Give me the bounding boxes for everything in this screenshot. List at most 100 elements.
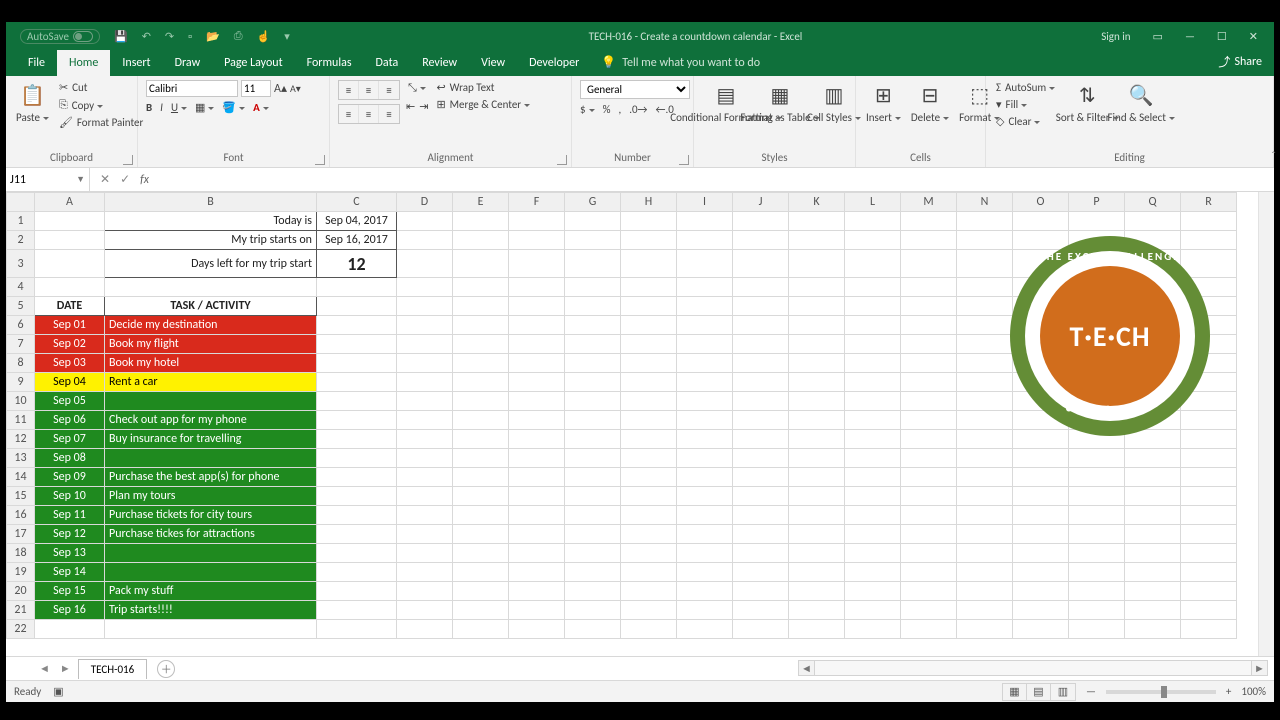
row-header-4[interactable]: 4 bbox=[7, 278, 35, 297]
cell-M8[interactable] bbox=[901, 354, 957, 373]
cell-J4[interactable] bbox=[733, 278, 789, 297]
col-header-D[interactable]: D bbox=[397, 193, 453, 212]
cell-J2[interactable] bbox=[733, 231, 789, 250]
cell-R21[interactable] bbox=[1181, 601, 1237, 620]
cell-H22[interactable] bbox=[621, 620, 677, 639]
cell-O15[interactable] bbox=[1013, 487, 1069, 506]
cell-Q1[interactable] bbox=[1125, 212, 1181, 231]
minimize-icon[interactable]: — bbox=[1185, 30, 1195, 43]
cell-F1[interactable] bbox=[509, 212, 565, 231]
tab-draw[interactable]: Draw bbox=[163, 50, 213, 76]
cell-Q17[interactable] bbox=[1125, 525, 1181, 544]
cell-J22[interactable] bbox=[733, 620, 789, 639]
maximize-icon[interactable]: ☐ bbox=[1217, 30, 1227, 43]
cell-Q14[interactable] bbox=[1125, 468, 1181, 487]
increase-indent-icon[interactable]: ⇥ bbox=[419, 100, 428, 113]
cell-C9[interactable] bbox=[317, 373, 397, 392]
cell-A22[interactable] bbox=[35, 620, 105, 639]
open-icon[interactable]: 📂 bbox=[206, 30, 220, 43]
cell-H2[interactable] bbox=[621, 231, 677, 250]
cell-E4[interactable] bbox=[453, 278, 509, 297]
fx-icon[interactable]: fx bbox=[140, 173, 149, 187]
zoom-level[interactable]: 100% bbox=[1241, 685, 1266, 698]
cell-M5[interactable] bbox=[901, 297, 957, 316]
cell-N3[interactable] bbox=[957, 250, 1013, 278]
cell-M10[interactable] bbox=[901, 392, 957, 411]
cell-P17[interactable] bbox=[1069, 525, 1125, 544]
cell-H13[interactable] bbox=[621, 449, 677, 468]
clear-button[interactable]: ◇Clear bbox=[994, 114, 1057, 129]
row-header-22[interactable]: 22 bbox=[7, 620, 35, 639]
scroll-left-icon[interactable]: ◄ bbox=[799, 661, 815, 675]
cell-E22[interactable] bbox=[453, 620, 509, 639]
row-header-8[interactable]: 8 bbox=[7, 354, 35, 373]
cell-C14[interactable] bbox=[317, 468, 397, 487]
row-header-13[interactable]: 13 bbox=[7, 449, 35, 468]
cell-N18[interactable] bbox=[957, 544, 1013, 563]
tab-formulas[interactable]: Formulas bbox=[295, 50, 364, 76]
col-header-N[interactable]: N bbox=[957, 193, 1013, 212]
macro-record-icon[interactable]: ▣ bbox=[53, 685, 63, 698]
cell-J17[interactable] bbox=[733, 525, 789, 544]
row-header-1[interactable]: 1 bbox=[7, 212, 35, 231]
cell-E7[interactable] bbox=[453, 335, 509, 354]
cell-I22[interactable] bbox=[677, 620, 733, 639]
cell-A2[interactable] bbox=[35, 231, 105, 250]
cell-N13[interactable] bbox=[957, 449, 1013, 468]
cell-H1[interactable] bbox=[621, 212, 677, 231]
tell-me[interactable]: 💡Tell me what you want to do bbox=[601, 55, 760, 76]
close-icon[interactable]: ✕ bbox=[1249, 30, 1258, 43]
cell-M20[interactable] bbox=[901, 582, 957, 601]
cell-Q16[interactable] bbox=[1125, 506, 1181, 525]
cell-L13[interactable] bbox=[845, 449, 901, 468]
cell-N12[interactable] bbox=[957, 430, 1013, 449]
decrease-font-icon[interactable]: A▾ bbox=[290, 82, 301, 95]
fill-color-button[interactable]: 🪣 bbox=[222, 101, 245, 114]
cell-R17[interactable] bbox=[1181, 525, 1237, 544]
border-button[interactable]: ▦ bbox=[195, 101, 214, 114]
touchmode-icon[interactable]: ☝ bbox=[257, 30, 271, 43]
cell-R15[interactable] bbox=[1181, 487, 1237, 506]
cell-I21[interactable] bbox=[677, 601, 733, 620]
cell-R1[interactable] bbox=[1181, 212, 1237, 231]
tab-insert[interactable]: Insert bbox=[110, 50, 162, 76]
cell-J13[interactable] bbox=[733, 449, 789, 468]
cell-L5[interactable] bbox=[845, 297, 901, 316]
cell-K4[interactable] bbox=[789, 278, 845, 297]
cell-C17[interactable] bbox=[317, 525, 397, 544]
row-header-12[interactable]: 12 bbox=[7, 430, 35, 449]
cell-K6[interactable] bbox=[789, 316, 845, 335]
cell-J9[interactable] bbox=[733, 373, 789, 392]
vertical-align[interactable]: ≡≡≡ bbox=[338, 80, 400, 100]
cell-D20[interactable] bbox=[397, 582, 453, 601]
cell-D18[interactable] bbox=[397, 544, 453, 563]
cell-K21[interactable] bbox=[789, 601, 845, 620]
cell-E14[interactable] bbox=[453, 468, 509, 487]
tab-data[interactable]: Data bbox=[364, 50, 411, 76]
cell-F2[interactable] bbox=[509, 231, 565, 250]
cell-I19[interactable] bbox=[677, 563, 733, 582]
cell-E10[interactable] bbox=[453, 392, 509, 411]
cell-D10[interactable] bbox=[397, 392, 453, 411]
sheet-tab[interactable]: TECH-016 bbox=[78, 659, 147, 679]
cell-H19[interactable] bbox=[621, 563, 677, 582]
cell-N6[interactable] bbox=[957, 316, 1013, 335]
cell-I7[interactable] bbox=[677, 335, 733, 354]
cell-L8[interactable] bbox=[845, 354, 901, 373]
tab-home[interactable]: Home bbox=[57, 50, 110, 76]
cell-G6[interactable] bbox=[565, 316, 621, 335]
cell-R13[interactable] bbox=[1181, 449, 1237, 468]
cell-L4[interactable] bbox=[845, 278, 901, 297]
cell-K17[interactable] bbox=[789, 525, 845, 544]
cell-E2[interactable] bbox=[453, 231, 509, 250]
horizontal-align[interactable]: ≡≡≡ bbox=[338, 104, 400, 124]
cell-Q18[interactable] bbox=[1125, 544, 1181, 563]
col-header-F[interactable]: F bbox=[509, 193, 565, 212]
cell-M19[interactable] bbox=[901, 563, 957, 582]
cell-G19[interactable] bbox=[565, 563, 621, 582]
cell-J14[interactable] bbox=[733, 468, 789, 487]
cell-I16[interactable] bbox=[677, 506, 733, 525]
row-header-18[interactable]: 18 bbox=[7, 544, 35, 563]
cell-D6[interactable] bbox=[397, 316, 453, 335]
cell-K1[interactable] bbox=[789, 212, 845, 231]
